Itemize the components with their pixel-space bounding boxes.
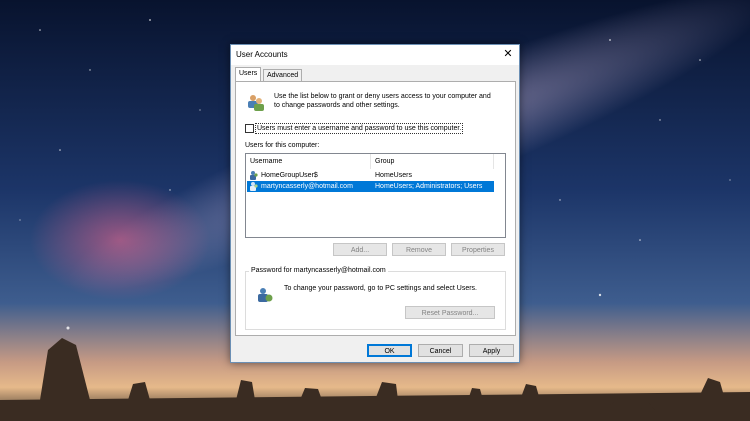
properties-button[interactable]: Properties	[451, 243, 505, 256]
dialog-title: User Accounts	[236, 50, 288, 59]
column-header-username[interactable]: Username	[246, 154, 371, 169]
users-icon	[248, 95, 264, 111]
remove-button[interactable]: Remove	[392, 243, 446, 256]
column-header-group[interactable]: Group	[371, 154, 494, 169]
apply-button[interactable]: Apply	[469, 344, 514, 357]
group-cell: HomeUsers; Administrators; Users	[375, 183, 483, 190]
tab-users[interactable]: Users	[235, 67, 262, 82]
require-password-label[interactable]: Users must enter a username and password…	[255, 123, 464, 134]
user-icon	[250, 171, 258, 180]
intro-text-line1: Use the list below to grant or deny user…	[274, 93, 491, 100]
username-cell: martyncasserly@hotmail.com	[261, 183, 353, 190]
password-groupbox: To change your password, go to PC settin…	[245, 271, 506, 330]
user-icon	[250, 182, 258, 191]
require-password-checkbox[interactable]	[245, 124, 254, 133]
reset-password-button[interactable]: Reset Password...	[405, 306, 495, 319]
cancel-button[interactable]: Cancel	[418, 344, 463, 357]
table-row[interactable]: HomeGroupUser$ HomeUsers	[247, 170, 494, 181]
group-cell: HomeUsers	[375, 172, 412, 179]
table-row-selected[interactable]: martyncasserly@hotmail.com HomeUsers; Ad…	[247, 181, 494, 192]
intro-text-line2: to change passwords and other settings.	[274, 102, 400, 109]
password-group-label: Password for martyncasserly@hotmail.com	[249, 267, 388, 274]
users-list[interactable]: Username Group HomeGroupUser$ HomeUsers …	[245, 153, 506, 238]
add-button[interactable]: Add...	[333, 243, 387, 256]
password-info-text: To change your password, go to PC settin…	[284, 285, 477, 292]
username-cell: HomeGroupUser$	[261, 172, 318, 179]
user-accounts-dialog: User Accounts ✕ Users Advanced Use the l…	[230, 44, 520, 363]
ok-button[interactable]: OK	[367, 344, 412, 357]
users-tab-panel: Use the list below to grant or deny user…	[235, 81, 516, 336]
close-icon[interactable]: ✕	[501, 47, 515, 61]
user-icon	[258, 288, 273, 302]
title-bar[interactable]: User Accounts ✕	[231, 45, 519, 65]
users-list-label: Users for this computer:	[245, 142, 320, 149]
